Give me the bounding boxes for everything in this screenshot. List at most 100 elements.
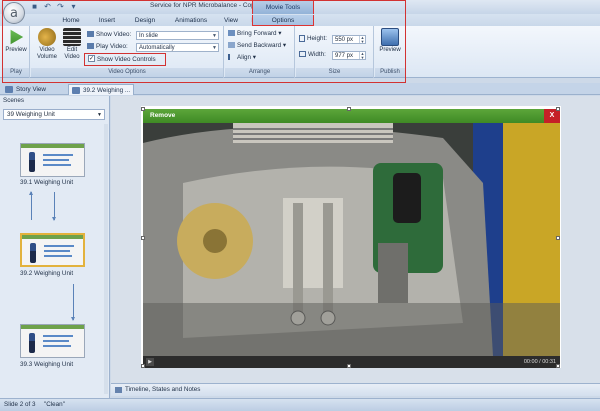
ribbon: Preview Play Video Volume Edit Video Sho… [0,26,600,78]
slide-icon [72,87,80,94]
movie-tools-context-label: Movie Tools [252,0,314,14]
width-input[interactable]: 977 px ▲ ▼ [332,51,366,60]
slide-label: 39.3 Weighing Unit [20,361,74,368]
save-icon[interactable]: ■ [30,2,39,11]
video-controls: ▶ 00:00 / 00:31 [143,356,560,368]
play-group-label: Play [3,68,29,77]
presenter-figure [30,243,36,263]
machine-video-image [143,123,560,356]
send-backward-icon [228,42,235,49]
tab-design[interactable]: Design [128,15,162,26]
quick-access-toolbar: ■ ↶ ↷ ▾ [30,2,78,11]
chevron-down-icon: ▼ [97,112,102,118]
chevron-down-icon: ▼ [212,33,217,39]
play-icon [10,29,24,45]
play-video-label: Play Video: [87,42,128,52]
video-time: 00:00 / 00:31 [523,359,556,365]
bring-forward-button[interactable]: Bring Forward ▾ [228,29,281,39]
width-label: Width: [299,50,326,60]
show-video-label: Show Video: [87,30,131,40]
resize-handle[interactable] [141,107,145,111]
theme-name: "Clean" [44,401,65,408]
film-icon [63,28,81,46]
height-icon [299,34,305,42]
scenes-header: Scenes [3,97,25,104]
resize-handle[interactable] [556,364,560,368]
customize-qat-icon[interactable]: ▾ [69,2,78,11]
video-title: Remove [150,112,176,119]
video-title-bar: Remove X [143,109,560,123]
tab-options[interactable]: Options [252,15,314,26]
app-button-icon[interactable]: a [3,2,25,24]
send-backward-button[interactable]: Send Backward ▾ [228,41,286,51]
flow-arrow-down-icon [71,284,75,321]
resize-handle[interactable] [556,107,560,111]
story-view-icon [5,86,13,93]
show-video-select[interactable]: In slide ▼ [136,31,219,40]
scenes-scrollbar[interactable] [104,124,108,394]
video-volume-button[interactable]: Video Volume [34,28,60,61]
show-video-controls-checkbox[interactable]: ✓ Show Video Controls [88,54,156,65]
tab-home[interactable]: Home [56,15,86,26]
video-frame[interactable] [143,123,560,356]
document-tabs: Story View 39.2 Weighing ... [0,83,600,95]
slide-count: Slide 2 of 3 [4,401,36,408]
speaker-icon [38,28,56,46]
play-video-select[interactable]: Automatically ▼ [136,43,219,52]
presenter-figure [29,152,35,172]
edit-video-button[interactable]: Edit Video [61,28,83,61]
slide-thumbnail[interactable] [20,324,85,358]
close-button[interactable]: X [544,109,560,123]
publish-group-label: Publish [375,68,405,77]
tab-animations[interactable]: Animations [168,15,214,26]
flow-arrow-down-icon [52,192,56,221]
tab-story-view[interactable]: Story View [2,84,62,95]
preview-button[interactable]: Preview [4,28,28,54]
resize-handle[interactable] [141,364,145,368]
play-group: Preview Play [3,26,30,78]
flow-arrow-up-icon [29,191,33,220]
resize-handle[interactable] [141,236,145,240]
resize-handle[interactable] [347,107,351,111]
play-button[interactable]: ▶ [146,358,154,366]
video-options-group-label: Video Options [31,68,223,77]
spinner-arrows-icon[interactable]: ▲ ▼ [359,52,365,59]
undo-icon[interactable]: ↶ [43,2,52,11]
width-icon [299,51,306,58]
presenter-figure [29,333,35,353]
slide-label: 39.1 Weighing Unit [20,179,74,186]
height-input[interactable]: 550 px ▲ ▼ [332,35,366,44]
publish-group: Preview Publish [375,26,405,78]
size-group-label: Size [296,68,373,77]
slide-thumbnail[interactable] [20,143,85,177]
tab-view[interactable]: View [218,15,244,26]
tab-insert[interactable]: Insert [92,15,122,26]
timeline-icon [115,387,122,393]
resize-handle[interactable] [556,236,560,240]
slide-thumbnail-selected[interactable] [20,233,85,267]
play-video-icon [87,43,94,50]
video-options-group: Video Volume Edit Video Show Video: In s… [31,26,224,78]
title-bar: ■ ↶ ↷ ▾ Service for NPR Microbalance - C… [0,0,600,14]
arrange-group: Bring Forward ▾ Send Backward ▾ Align ▾ … [225,26,295,78]
checkbox-checked-icon: ✓ [88,54,95,62]
chevron-down-icon: ▼ [212,45,217,51]
monitor-icon [381,28,399,46]
scene-select[interactable]: 39 Weighing Unit ▼ [3,109,105,120]
redo-icon[interactable]: ↷ [56,2,65,11]
bring-forward-icon [228,30,235,37]
align-button[interactable]: Align ▾ [228,53,256,63]
timeline-bar[interactable]: Timeline, States and Notes [111,383,600,396]
spinner-arrows-icon[interactable]: ▲ ▼ [359,36,365,43]
align-icon [228,54,235,61]
arrange-group-label: Arrange [225,68,294,77]
slide-label: 39.2 Weighing Unit [20,270,74,277]
resize-handle[interactable] [347,364,351,368]
publish-preview-button[interactable]: Preview [378,28,402,54]
show-video-icon [87,31,94,38]
tab-slide-39-2[interactable]: 39.2 Weighing ... [68,84,134,95]
size-group: Height: 550 px ▲ ▼ Width: 977 px ▲ ▼ Size [296,26,374,78]
slide-stage: Remove X ▶ 00:00 / 00:31 [111,96,600,383]
height-label: Height: [299,34,327,44]
scenes-panel: Scenes 39 Weighing Unit ▼ 39.1 Weighing U… [0,96,110,398]
